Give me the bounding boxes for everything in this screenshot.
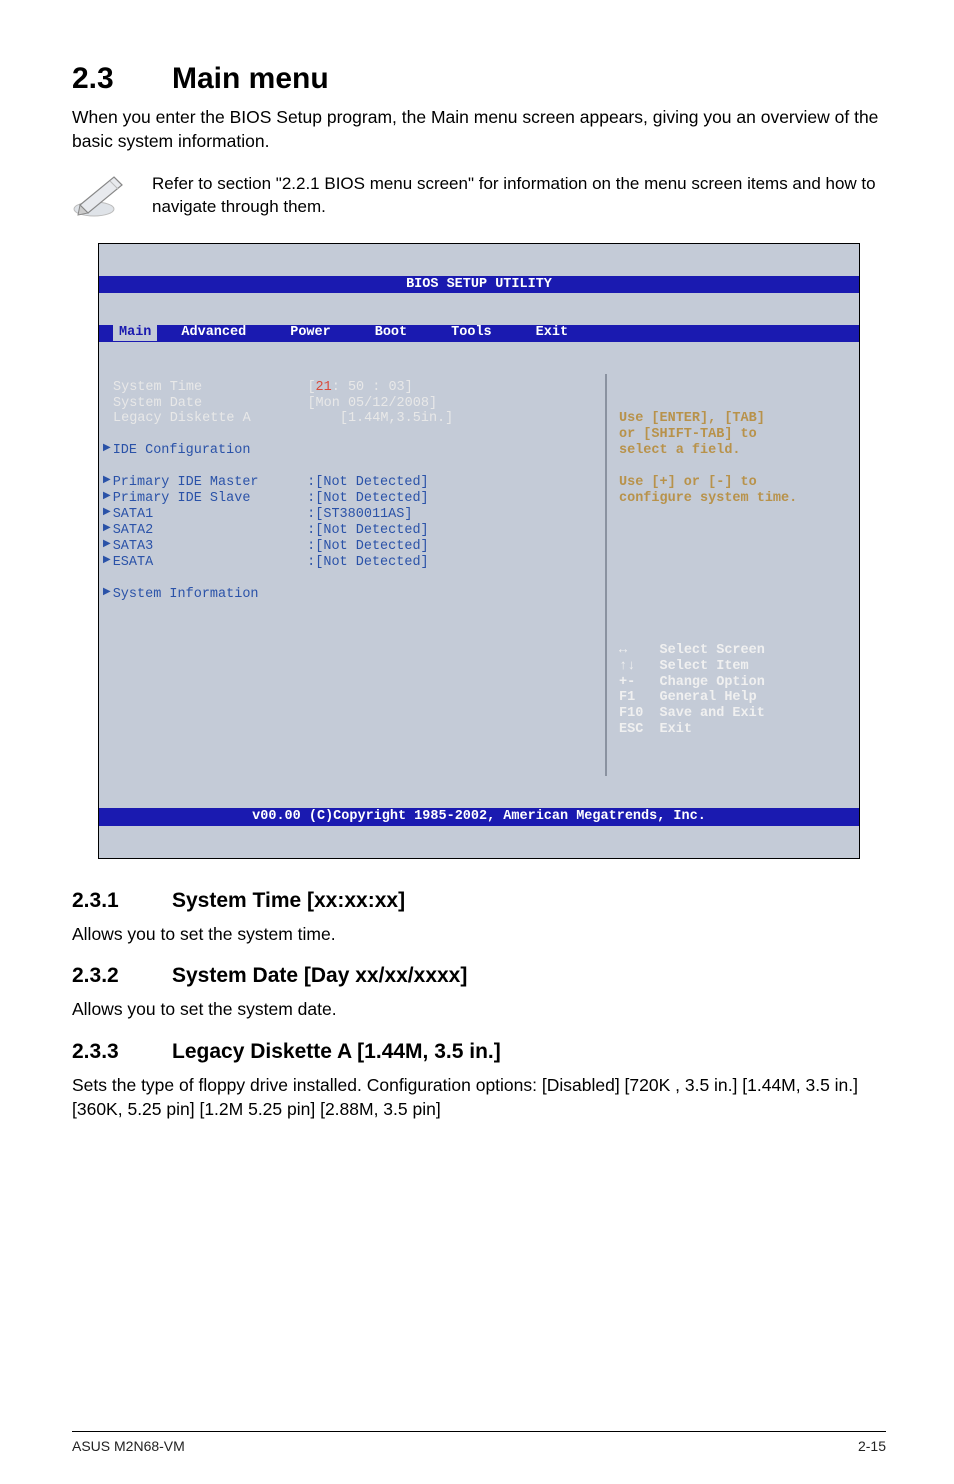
bios-row: Primary IDE Slave :[Not Detected]	[113, 491, 593, 507]
bios-row: System Information	[113, 587, 593, 603]
bios-tab-exit: Exit	[536, 325, 588, 341]
heading-title: Main menu	[172, 62, 329, 95]
bios-row: Legacy Diskette A [1.44M,3.5in.]	[113, 411, 593, 427]
bios-row: System Date [Mon 05/12/2008]	[113, 396, 593, 412]
page-footer: ASUS M2N68-VM 2-15	[72, 1431, 886, 1484]
subsection-heading: 2.3.3Legacy Diskette A [1.44M, 3.5 in.]	[72, 1040, 886, 1064]
subsection-number: 2.3.3	[72, 1040, 172, 1064]
bios-screenshot: BIOS SETUP UTILITY Main Advanced Power B…	[98, 243, 860, 858]
heading-number: 2.3	[72, 62, 172, 96]
intro-paragraph: When you enter the BIOS Setup program, t…	[72, 106, 886, 153]
subsection-heading: 2.3.2System Date [Day xx/xx/xxxx]	[72, 964, 886, 988]
bios-tab-boot: Boot	[375, 325, 427, 341]
bios-row: System Time [21: 50 : 03]	[113, 380, 593, 396]
bios-row-label: ESATA	[113, 555, 307, 571]
bios-row: SATA1 :[ST380011AS]	[113, 507, 593, 523]
bios-row-value: :[Not Detected]	[307, 523, 429, 539]
bios-key-row: ↑↓ Select Item	[619, 659, 849, 675]
bios-key-row: F1 General Help	[619, 690, 849, 706]
bios-row-value: [Mon 05/12/2008]	[307, 396, 437, 412]
bios-key-row: +- Change Option	[619, 675, 849, 691]
bios-tab-main: Main	[113, 325, 157, 341]
bios-tab-tools: Tools	[451, 325, 512, 341]
bios-key-row: ESC Exit	[619, 722, 849, 738]
bios-row-label: System Information	[113, 587, 307, 603]
bios-row-value: :[Not Detected]	[307, 555, 429, 571]
bios-row-label: Legacy Diskette A	[113, 411, 307, 427]
bios-row-value: [1.44M,3.5in.]	[307, 411, 453, 427]
bios-row-label: System Date	[113, 396, 307, 412]
bios-row-label: SATA3	[113, 539, 307, 555]
subsection-body: Allows you to set the system date.	[72, 998, 886, 1022]
bios-right-panel: Use [ENTER], [TAB] or [SHIFT-TAB] to sel…	[605, 374, 859, 776]
bios-row-label: Primary IDE Slave	[113, 491, 307, 507]
footer-right: 2-15	[858, 1438, 886, 1454]
bios-row-label: IDE Configuration	[113, 443, 307, 459]
subsection-body: Allows you to set the system time.	[72, 923, 886, 947]
bios-key-row: ↔ Select Screen	[619, 643, 849, 659]
bios-row-label: SATA2	[113, 523, 307, 539]
page-heading: 2.3Main menu	[72, 62, 886, 96]
bios-row: Primary IDE Master :[Not Detected]	[113, 475, 593, 491]
bios-tab-power: Power	[290, 325, 351, 341]
bios-footer: v00.00 (C)Copyright 1985-2002, American …	[99, 808, 859, 826]
bios-row: SATA3 :[Not Detected]	[113, 539, 593, 555]
bios-help-text: Use [ENTER], [TAB] or [SHIFT-TAB] to sel…	[619, 411, 849, 507]
bios-key-legend: ↔ Select Screen↑↓ Select Item+- Change O…	[619, 643, 849, 739]
subsection-body: Sets the type of floppy drive installed.…	[72, 1074, 886, 1121]
bios-row-value: :[Not Detected]	[307, 491, 429, 507]
subsection-number: 2.3.1	[72, 889, 172, 913]
bios-row: ESATA :[Not Detected]	[113, 555, 593, 571]
bios-row-value: :[Not Detected]	[307, 539, 429, 555]
note-callout: Refer to section "2.2.1 BIOS menu screen…	[72, 171, 886, 219]
bios-title: BIOS SETUP UTILITY	[99, 276, 859, 293]
subsection-number: 2.3.2	[72, 964, 172, 988]
bios-row-value: :[ST380011AS]	[307, 507, 412, 523]
bios-menubar: Main Advanced Power Boot Tools Exit	[99, 325, 859, 342]
bios-row-value: :[Not Detected]	[307, 475, 429, 491]
note-text: Refer to section "2.2.1 BIOS menu screen…	[152, 171, 886, 219]
bios-row-label: SATA1	[113, 507, 307, 523]
bios-row-label: System Time	[113, 380, 307, 396]
bios-row-value: [21: 50 : 03]	[307, 380, 412, 396]
subsection-title: Legacy Diskette A [1.44M, 3.5 in.]	[172, 1040, 501, 1063]
bios-key-row: F10 Save and Exit	[619, 706, 849, 722]
bios-left-panel: System Time [21: 50 : 03]System Date [Mo…	[99, 374, 605, 776]
subsection-title: System Date [Day xx/xx/xxxx]	[172, 964, 467, 987]
bios-tab-advanced: Advanced	[181, 325, 266, 341]
bios-row: SATA2 :[Not Detected]	[113, 523, 593, 539]
bios-row: IDE Configuration	[113, 443, 593, 459]
footer-left: ASUS M2N68-VM	[72, 1438, 185, 1454]
pencil-note-icon	[72, 171, 128, 219]
subsection-title: System Time [xx:xx:xx]	[172, 889, 405, 912]
bios-row-label: Primary IDE Master	[113, 475, 307, 491]
subsection-heading: 2.3.1System Time [xx:xx:xx]	[72, 889, 886, 913]
